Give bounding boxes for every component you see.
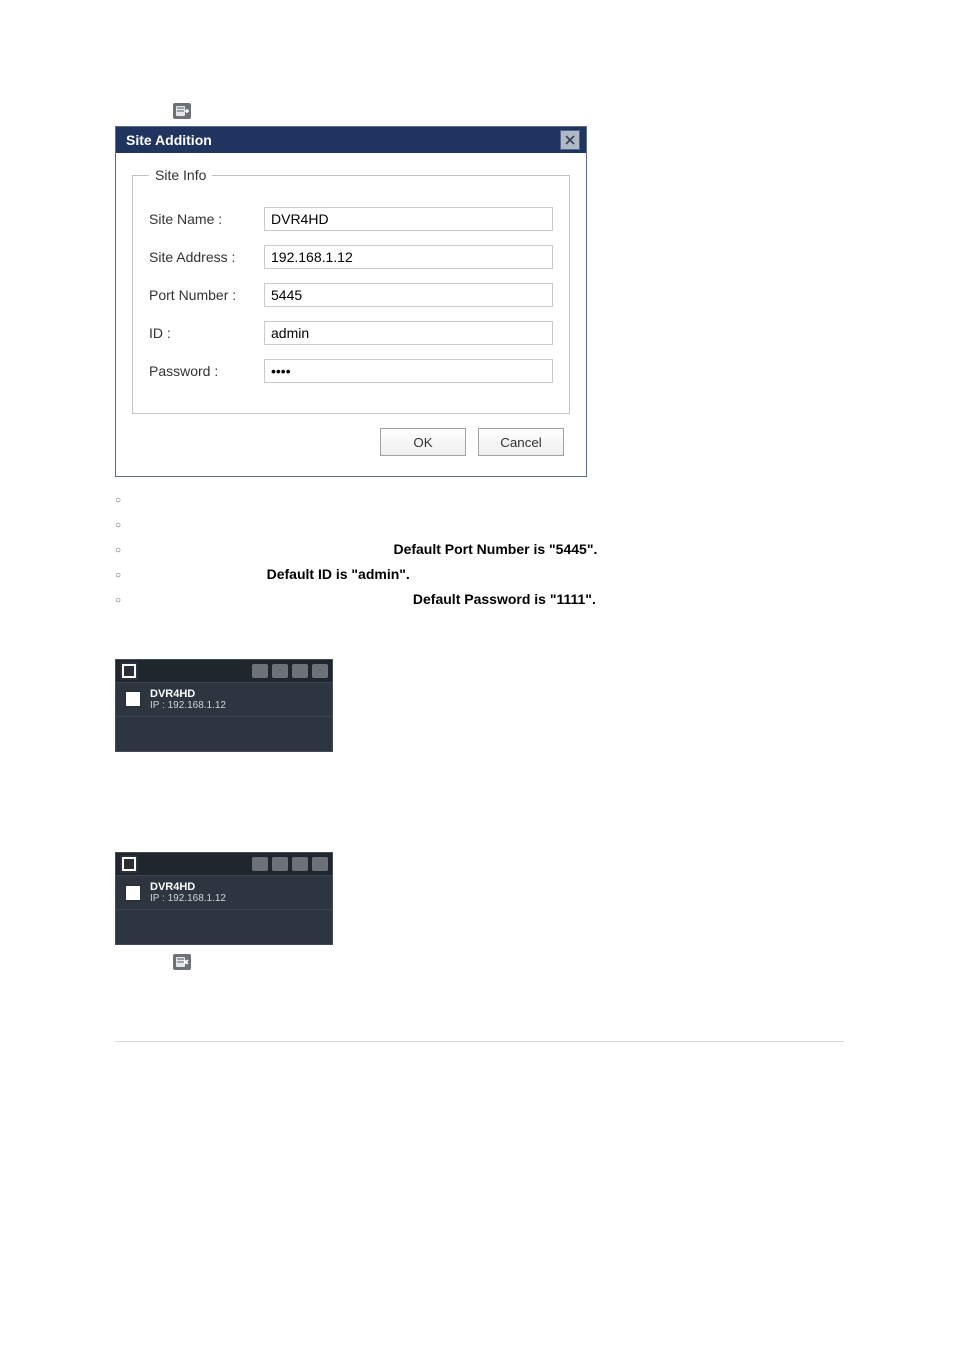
site-info-legend: Site Info	[149, 167, 212, 183]
id-input[interactable]	[264, 321, 553, 345]
bullet-row: ○IP Address: Input IP address (Public IP…	[115, 514, 844, 535]
password-label: Password :	[149, 363, 264, 379]
bullet-row: ○Site Name: Input a name that properly d…	[115, 489, 844, 510]
tree-item-ip: IP : 192.168.1.12	[150, 893, 226, 904]
tree-tool-icon[interactable]	[272, 857, 288, 871]
id-label: ID :	[149, 325, 264, 341]
tree-tool-icon[interactable]	[252, 857, 268, 871]
close-button[interactable]	[560, 130, 580, 150]
site-tree-panel: DVR4HD IP : 192.168.1.12	[115, 659, 333, 752]
tree-root-toggle[interactable]	[120, 662, 138, 680]
tree-item-ip: IP : 192.168.1.12	[150, 700, 226, 711]
site-address-input[interactable]	[264, 245, 553, 269]
add-site-icon	[173, 103, 191, 119]
tree-tool-icon[interactable]	[312, 857, 328, 871]
site-name-label: Site Name :	[149, 211, 264, 227]
bullet-row: ○Port Number: Input port number of DVR. …	[115, 539, 844, 560]
bullet-row: ○Password: Input network password of DVR…	[115, 589, 844, 610]
port-number-label: Port Number :	[149, 287, 264, 303]
tree-tool-icon[interactable]	[252, 664, 268, 678]
site-addition-dialog: Site Addition Site Info Site Name : Site…	[115, 126, 587, 477]
field-descriptions: ○Site Name: Input a name that properly d…	[115, 489, 844, 610]
tree-tool-icon[interactable]	[292, 857, 308, 871]
site-address-label: Site Address :	[149, 249, 264, 265]
site-tree-panel: DVR4HD IP : 192.168.1.12	[115, 852, 333, 945]
delete-site-icon	[173, 954, 191, 970]
tree-item-name: DVR4HD	[150, 688, 226, 700]
site-name-input[interactable]	[264, 207, 553, 231]
footer-rule	[115, 1041, 844, 1042]
dialog-title-text: Site Addition	[126, 132, 212, 148]
tree-item-toggle[interactable]	[124, 690, 142, 708]
delete-section-title: Deleting a Site	[115, 798, 844, 818]
cancel-button[interactable]: Cancel	[478, 428, 564, 456]
bullet-row: ○ID: Input ID of DVR. Default ID is "adm…	[115, 564, 844, 585]
tree-item-name: DVR4HD	[150, 881, 226, 893]
tree-root-toggle[interactable]	[120, 855, 138, 873]
delete-section-line1: Select the site that you want to delete …	[115, 822, 844, 842]
delete-line: Click the button and the selected site i…	[115, 951, 844, 971]
password-input[interactable]	[264, 359, 553, 383]
tree-item[interactable]: DVR4HD IP : 192.168.1.12	[116, 876, 332, 910]
ok-button[interactable]: OK	[380, 428, 466, 456]
intro-line: Click the button and the following windo…	[115, 100, 844, 120]
tree-tool-icon[interactable]	[292, 664, 308, 678]
tree-tool-icon[interactable]	[312, 664, 328, 678]
tree-item[interactable]: DVR4HD IP : 192.168.1.12	[116, 683, 332, 717]
after-bullets-line: Click the OK button, and then the regist…	[115, 628, 844, 648]
site-info-fieldset: Site Info Site Name : Site Address : Por…	[132, 167, 570, 414]
port-number-input[interactable]	[264, 283, 553, 307]
tree-tool-icon[interactable]	[272, 664, 288, 678]
dialog-titlebar: Site Addition	[116, 127, 586, 153]
tree-item-toggle[interactable]	[124, 884, 142, 902]
